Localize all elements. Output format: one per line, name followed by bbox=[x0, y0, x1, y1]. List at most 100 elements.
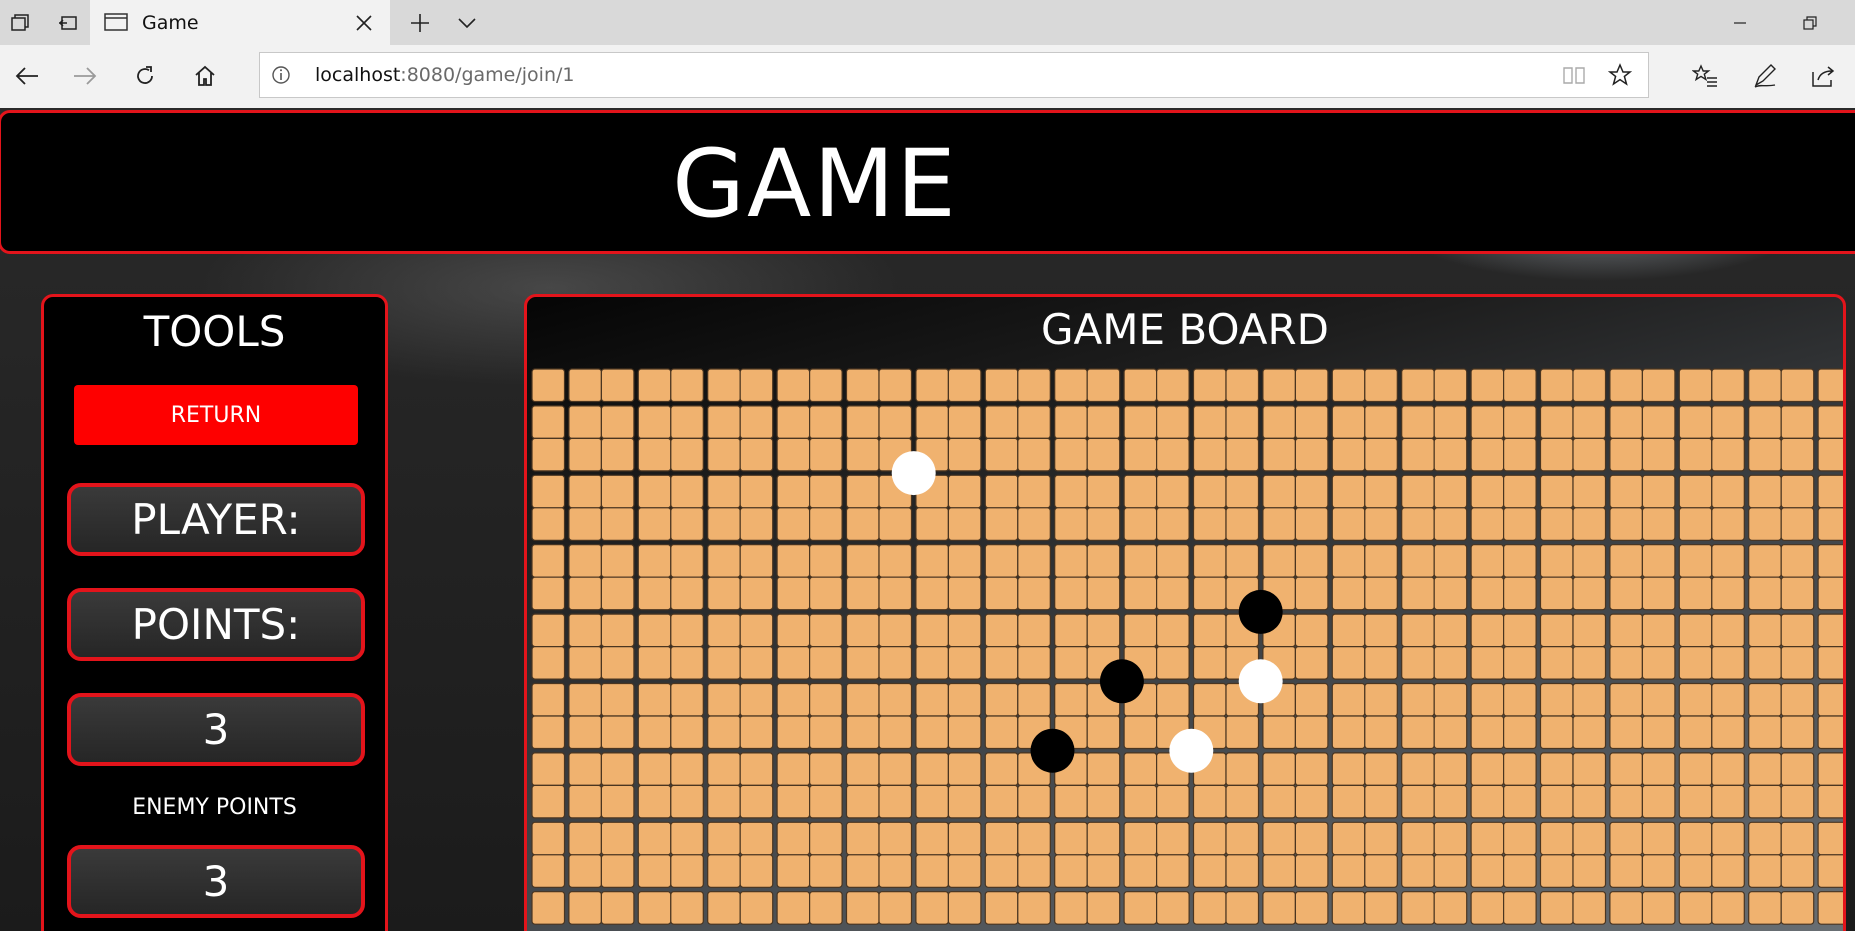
board-cell[interactable] bbox=[1364, 544, 1398, 578]
board-cell[interactable] bbox=[1086, 544, 1121, 578]
board-cell[interactable] bbox=[776, 715, 811, 750]
board-cell[interactable] bbox=[1502, 891, 1537, 925]
board-cell[interactable] bbox=[1123, 507, 1158, 541]
board-cell[interactable] bbox=[1711, 544, 1745, 578]
board-cell[interactable] bbox=[707, 715, 741, 750]
board-cell[interactable] bbox=[1470, 821, 1505, 856]
board-cell[interactable] bbox=[1054, 544, 1088, 578]
tab-manager-icon[interactable] bbox=[0, 0, 40, 45]
board-cell[interactable] bbox=[1609, 507, 1644, 541]
board-cell[interactable] bbox=[1331, 715, 1366, 750]
board-cell[interactable] bbox=[1539, 715, 1574, 750]
board-cell[interactable] bbox=[1155, 368, 1190, 403]
board-cell[interactable] bbox=[1192, 576, 1227, 611]
board-cell[interactable] bbox=[1780, 613, 1815, 648]
board-cell[interactable] bbox=[739, 544, 774, 578]
board-cell[interactable] bbox=[1641, 544, 1676, 578]
board-cell[interactable] bbox=[1780, 437, 1815, 472]
board-cell[interactable] bbox=[1433, 715, 1468, 750]
board-cell[interactable] bbox=[1294, 613, 1329, 648]
board-cell[interactable] bbox=[637, 474, 672, 509]
board-cell[interactable] bbox=[1155, 544, 1190, 578]
board-cell[interactable] bbox=[1294, 715, 1329, 750]
board-cell[interactable] bbox=[1470, 474, 1505, 509]
board-cell[interactable] bbox=[637, 507, 672, 541]
board-cell[interactable] bbox=[984, 544, 1019, 578]
board-cell[interactable] bbox=[1748, 752, 1782, 786]
board-cell[interactable] bbox=[1641, 821, 1676, 856]
board-cell[interactable] bbox=[707, 891, 741, 925]
board-cell[interactable] bbox=[915, 405, 949, 440]
board-cell[interactable] bbox=[739, 715, 774, 750]
board-cell[interactable] bbox=[637, 854, 672, 888]
board-cell[interactable] bbox=[1502, 646, 1537, 680]
board-cell[interactable] bbox=[600, 854, 635, 888]
board-cell[interactable] bbox=[739, 646, 774, 680]
board-cell[interactable] bbox=[739, 891, 774, 925]
board-cell[interactable] bbox=[637, 682, 672, 717]
board-cell[interactable] bbox=[670, 715, 704, 750]
board-cell[interactable] bbox=[1054, 854, 1088, 888]
board-cell[interactable] bbox=[1017, 784, 1051, 819]
board-cell[interactable] bbox=[1502, 576, 1537, 611]
board-cell[interactable] bbox=[670, 854, 704, 888]
board-cell[interactable] bbox=[1123, 474, 1158, 509]
board-cell[interactable] bbox=[568, 544, 603, 578]
board-cell[interactable] bbox=[878, 646, 913, 680]
board-cell[interactable] bbox=[637, 784, 672, 819]
board-cell[interactable] bbox=[531, 646, 566, 680]
board-cell[interactable] bbox=[1711, 405, 1745, 440]
board-cell[interactable] bbox=[1641, 437, 1676, 472]
board-cell[interactable] bbox=[1192, 507, 1227, 541]
board-cell[interactable] bbox=[915, 507, 949, 541]
board-cell[interactable] bbox=[1225, 405, 1260, 440]
board-cell[interactable] bbox=[568, 752, 603, 786]
board-cell[interactable] bbox=[1225, 437, 1260, 472]
board-cell[interactable] bbox=[600, 437, 635, 472]
board-cell[interactable] bbox=[1711, 646, 1745, 680]
board-cell[interactable] bbox=[845, 784, 880, 819]
board-cell[interactable] bbox=[1192, 474, 1227, 509]
board-cell[interactable] bbox=[1086, 576, 1121, 611]
board-cell[interactable] bbox=[600, 891, 635, 925]
board-cell[interactable] bbox=[670, 784, 704, 819]
board-cell[interactable] bbox=[1401, 784, 1435, 819]
board-cell[interactable] bbox=[1609, 821, 1644, 856]
board-cell[interactable] bbox=[1572, 715, 1607, 750]
board-cell[interactable] bbox=[1678, 576, 1713, 611]
board-cell[interactable] bbox=[1294, 507, 1329, 541]
board-cell[interactable] bbox=[947, 854, 982, 888]
board-cell[interactable] bbox=[984, 507, 1019, 541]
board-cell[interactable] bbox=[1711, 715, 1745, 750]
board-cell[interactable] bbox=[984, 576, 1019, 611]
board-cell[interactable] bbox=[1401, 576, 1435, 611]
board-cell[interactable] bbox=[1364, 576, 1398, 611]
board-cell[interactable] bbox=[670, 752, 704, 786]
board-cell[interactable] bbox=[1678, 613, 1713, 648]
board-cell[interactable] bbox=[845, 368, 880, 403]
board-cell[interactable] bbox=[568, 891, 603, 925]
board-cell[interactable] bbox=[531, 368, 566, 403]
board-cell[interactable] bbox=[637, 405, 672, 440]
board-cell[interactable] bbox=[670, 821, 704, 856]
board-cell[interactable] bbox=[707, 613, 741, 648]
board-cell[interactable] bbox=[1678, 405, 1713, 440]
board-cell[interactable] bbox=[707, 752, 741, 786]
board-cell[interactable] bbox=[739, 682, 774, 717]
board-cell[interactable] bbox=[1502, 854, 1537, 888]
board-cell[interactable] bbox=[1331, 507, 1366, 541]
board-cell[interactable] bbox=[637, 368, 672, 403]
board-cell[interactable] bbox=[878, 715, 913, 750]
board-cell[interactable] bbox=[568, 613, 603, 648]
board-cell[interactable] bbox=[1817, 682, 1846, 717]
board-cell[interactable] bbox=[984, 613, 1019, 648]
board-cell[interactable] bbox=[1262, 437, 1297, 472]
board-cell[interactable] bbox=[1225, 891, 1260, 925]
board-cell[interactable] bbox=[1331, 891, 1366, 925]
board-cell[interactable] bbox=[915, 891, 949, 925]
board-cell[interactable] bbox=[1572, 854, 1607, 888]
board-cell[interactable] bbox=[1678, 474, 1713, 509]
board-cell[interactable] bbox=[1641, 715, 1676, 750]
board-cell[interactable] bbox=[600, 576, 635, 611]
board-cell[interactable] bbox=[670, 405, 704, 440]
